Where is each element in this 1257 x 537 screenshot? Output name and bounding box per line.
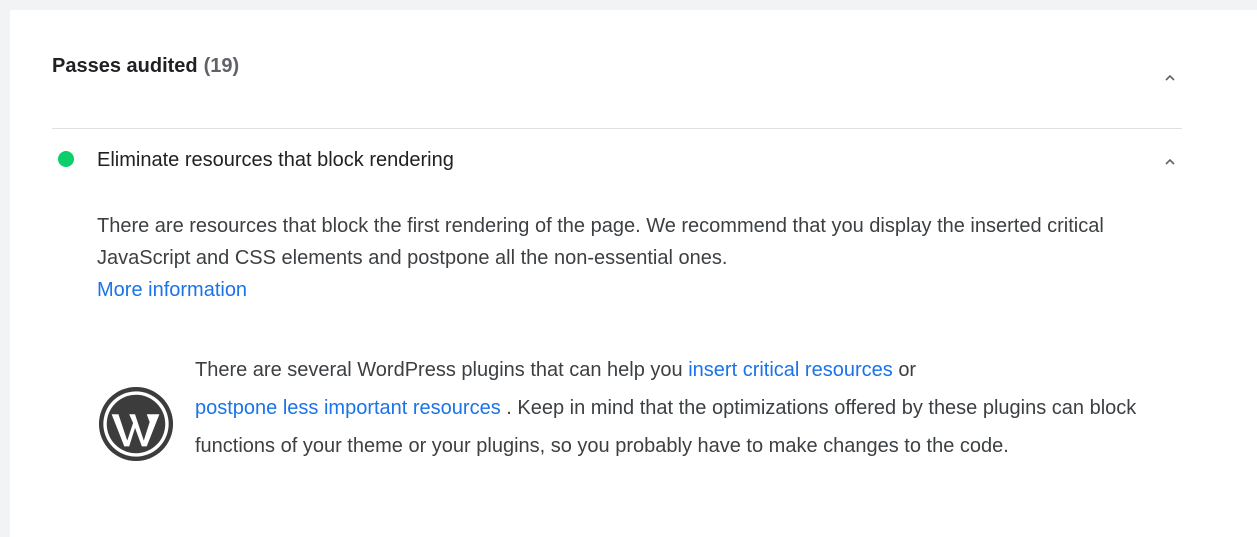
wordpress-tip-text: There are several WordPress plugins that…	[195, 351, 1177, 465]
wordpress-tip: There are several WordPress plugins that…	[97, 347, 1177, 497]
audit-row-render-blocking[interactable]: Eliminate resources that block rendering	[52, 136, 1182, 186]
audit-description-text: There are resources that block the first…	[97, 215, 1104, 269]
chevron-up-icon[interactable]	[1160, 68, 1180, 88]
wp-text-before: There are several WordPress plugins that…	[195, 359, 683, 381]
wordpress-logo-icon	[97, 385, 175, 463]
pass-status-icon	[58, 151, 74, 167]
more-information-link[interactable]: More information	[97, 279, 247, 301]
passes-audited-header[interactable]: Passes audited (19)	[52, 52, 1182, 129]
chevron-up-icon[interactable]	[1160, 152, 1180, 172]
audit-title: Eliminate resources that block rendering	[97, 149, 454, 171]
postpone-less-important-resources-link[interactable]: postpone less important resources	[195, 397, 501, 419]
section-title-label: Passes audited	[52, 55, 198, 77]
section-title: Passes audited (19)	[52, 52, 239, 80]
section-count: (19)	[203, 55, 240, 77]
wp-text-middle: or	[898, 359, 917, 381]
insert-critical-resources-link[interactable]: insert critical resources	[688, 359, 893, 381]
audit-description: There are resources that block the first…	[97, 210, 1177, 306]
